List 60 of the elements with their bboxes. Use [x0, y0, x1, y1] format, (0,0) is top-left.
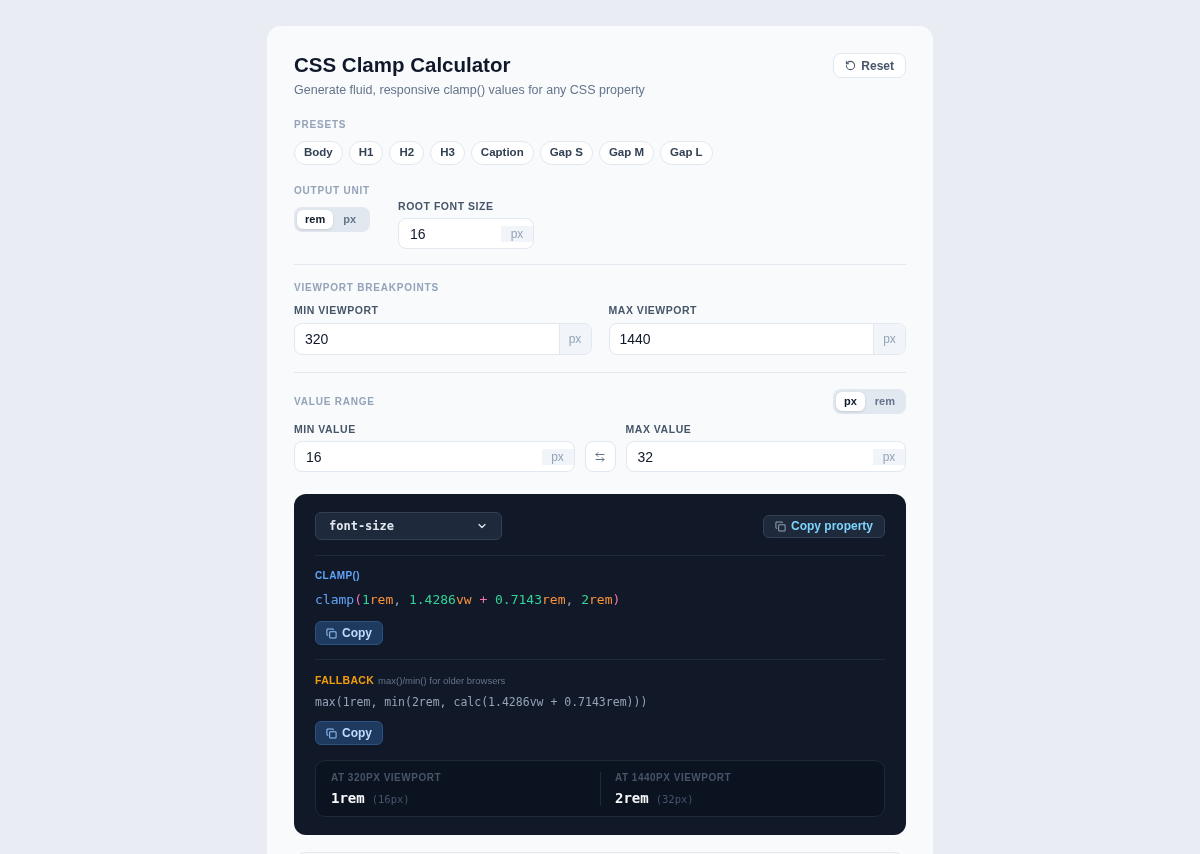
field-value: 1440 [619, 331, 651, 347]
preset-chip[interactable]: Gap L [660, 141, 713, 165]
unit-option[interactable]: rem [866, 392, 903, 411]
preset-chip[interactable]: H2 [389, 141, 425, 165]
number-field[interactable]: 320 px [294, 323, 592, 355]
clamp-label: CLAMP() [315, 570, 360, 582]
unit-suffix: px [873, 324, 905, 354]
unit-suffix: px [501, 225, 534, 242]
unit-option[interactable]: rem [297, 210, 334, 229]
field-label: ROOT FONT SIZE [398, 200, 494, 212]
preset-chip[interactable]: H1 [348, 141, 384, 165]
number-field[interactable]: 32 px [625, 441, 906, 472]
page-subtitle: Generate fluid, responsive clamp() values for any CSS property [294, 82, 645, 98]
unit-suffix: px [873, 448, 905, 465]
field-value: 16 [306, 448, 322, 465]
stat-value: 1rem [331, 789, 365, 806]
preset-chip[interactable]: Body [294, 141, 343, 165]
property-select[interactable]: font-size [315, 512, 502, 540]
page-title: CSS Clamp Calculator [294, 53, 511, 77]
copy-icon [326, 627, 337, 639]
preset-chip[interactable]: Gap S [539, 141, 593, 165]
section-label: VIEWPORT BREAKPOINTS [294, 282, 439, 294]
number-field[interactable]: 16 px [294, 441, 575, 472]
reset-icon [845, 60, 857, 71]
unit-suffix: px [558, 324, 591, 354]
section-label: OUTPUT UNIT [294, 185, 371, 197]
number-field[interactable]: 16 px [398, 218, 535, 249]
unit-suffix: px [541, 448, 574, 465]
reset-button[interactable]: Reset [833, 53, 906, 78]
preset-chip[interactable]: Caption [470, 141, 534, 165]
copy-icon [775, 520, 786, 532]
preset-chip[interactable]: Gap M [598, 141, 655, 165]
unit-option[interactable]: px [835, 392, 865, 411]
stat-value: 2rem [615, 789, 649, 806]
stat-px-value: (16px) [371, 792, 410, 805]
copy-button[interactable]: Copy [315, 721, 383, 745]
copy-property-button[interactable]: Copy property [763, 514, 885, 538]
clamp-expression: clamp(1 rem, 1.4286vw + 0.7143 rem, 2 rem) [315, 591, 621, 609]
fallback-expression: max(1rem, min(2rem, calc(1.4286vw + 0.7143rem))) [315, 694, 648, 711]
preset-chip[interactable]: H3 [430, 141, 465, 165]
field-label: MAX VIEWPORT [608, 304, 698, 316]
stat-px-value: (32px) [655, 792, 694, 805]
section-label: PRESETS [294, 119, 347, 131]
copy-icon [326, 727, 337, 739]
swap-button[interactable] [584, 441, 616, 472]
fallback-note: max()/min() for older browsers [378, 675, 506, 687]
number-field[interactable]: 1440 px [608, 323, 906, 355]
fallback-label: FALLBACK [315, 674, 375, 686]
field-label: MAX VALUE [625, 423, 692, 435]
field-label: MIN VALUE [294, 423, 356, 435]
stat-label: AT 1440PX VIEWPORT [615, 771, 732, 784]
section-label: VALUE RANGE [294, 395, 375, 408]
field-value: 16 [410, 225, 426, 242]
field-label: MIN VIEWPORT [294, 304, 379, 316]
field-value: 320 [305, 331, 329, 347]
unit-option[interactable]: px [335, 210, 365, 229]
field-value: 32 [637, 448, 654, 465]
swap-icon [594, 450, 606, 463]
copy-button[interactable]: Copy [315, 621, 383, 645]
stat-label: AT 320PX VIEWPORT [331, 771, 441, 784]
